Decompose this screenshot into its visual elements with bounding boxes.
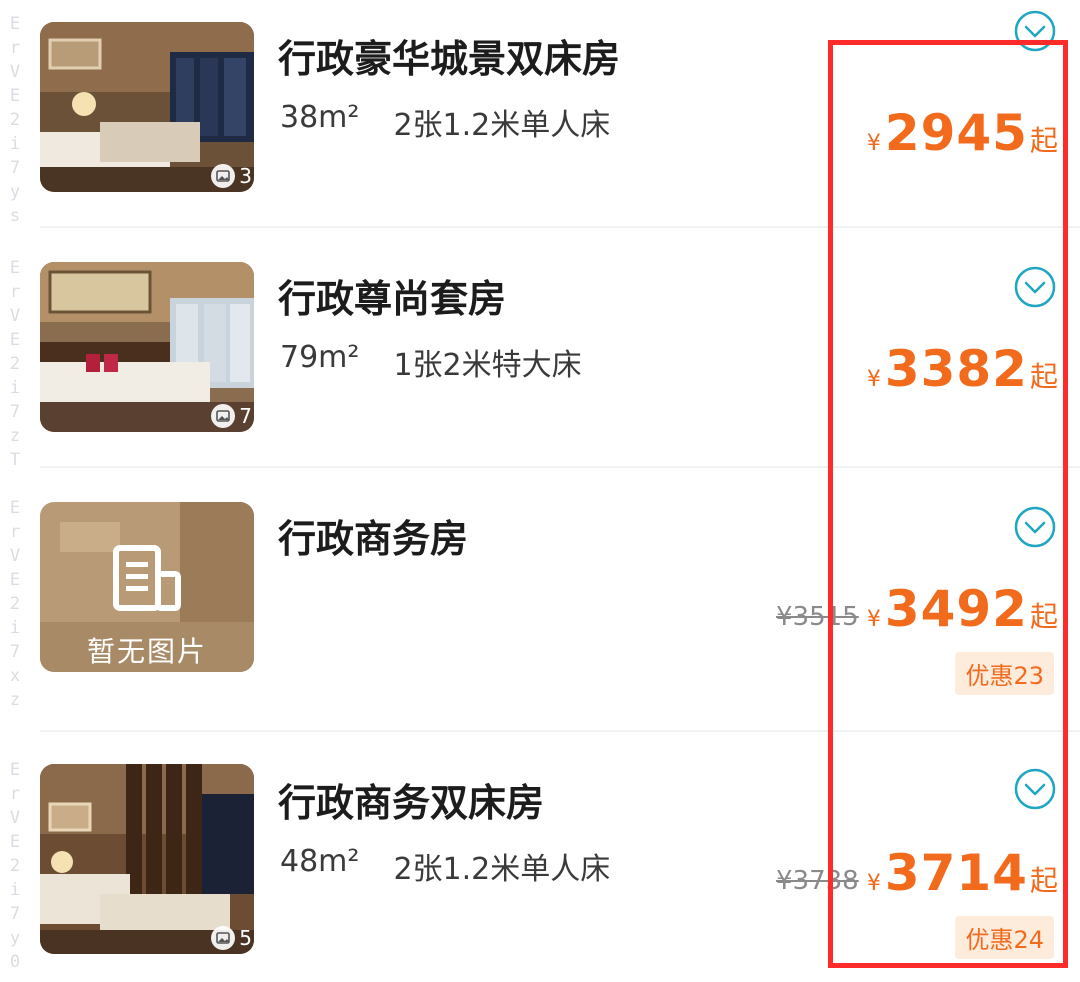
price-suffix: 起 <box>1029 124 1058 157</box>
divider <box>40 466 1080 468</box>
discount-badge: 优惠24 <box>955 916 1054 959</box>
divider <box>40 730 1080 732</box>
room-price: ¥ 2945 起 <box>867 104 1058 162</box>
room-item[interactable]: 3 行政豪华城景双床房 38m² 2张1.2米单人床 ¥ 2945 起 <box>40 0 1080 240</box>
photo-icon <box>211 164 236 188</box>
room-info: 48m² 2张1.2米单人床 <box>280 844 610 888</box>
original-price: ¥3515 <box>776 602 859 632</box>
watermark-text: ErVE2i7zT <box>9 258 21 470</box>
photo-count-badge: 5 <box>211 926 252 950</box>
room-photo[interactable]: 5 <box>40 764 254 954</box>
price-amount: 3714 <box>884 844 1028 902</box>
room-info: 79m² 1张2米特大床 <box>280 340 582 384</box>
room-title: 行政尊尚套房 <box>278 277 507 321</box>
room-item[interactable]: 暂无图片 行政商务房 ¥3515 ¥ 3492 起 优惠23 <box>40 480 1080 720</box>
original-price: ¥3738 <box>776 866 859 896</box>
currency-symbol: ¥ <box>866 367 881 392</box>
photo-count-badge: 7 <box>211 404 252 428</box>
currency-symbol: ¥ <box>866 607 881 632</box>
room-photo-placeholder[interactable]: 暂无图片 <box>40 502 254 672</box>
photo-count: 5 <box>239 926 252 950</box>
price-amount: 3492 <box>884 580 1028 638</box>
document-icon <box>113 545 181 611</box>
price-suffix: 起 <box>1029 360 1058 393</box>
room-title: 行政商务房 <box>278 517 469 561</box>
room-title: 行政商务双床房 <box>278 781 545 825</box>
room-item[interactable]: 5 行政商务双床房 48m² 2张1.2米单人床 ¥3738 ¥ 3714 起 … <box>40 742 1080 982</box>
room-info: 38m² 2张1.2米单人床 <box>280 100 610 144</box>
price-amount: 3382 <box>884 340 1028 398</box>
price-suffix: 起 <box>1029 864 1058 897</box>
room-title: 行政豪华城景双床房 <box>278 37 621 81</box>
photo-icon <box>211 926 236 950</box>
price-amount: 2945 <box>884 104 1028 162</box>
photo-count: 7 <box>239 404 252 428</box>
photo-count: 3 <box>239 164 252 188</box>
currency-symbol: ¥ <box>866 131 881 156</box>
room-bed: 2张1.2米单人床 <box>393 108 611 143</box>
room-area: 79m² <box>280 340 360 375</box>
discount-badge: 优惠23 <box>955 652 1054 695</box>
room-photo[interactable]: 7 <box>40 262 254 432</box>
room-area: 48m² <box>280 844 360 879</box>
room-price: ¥ 3492 起 <box>867 580 1058 638</box>
price-suffix: 起 <box>1029 600 1058 633</box>
room-bed: 2张1.2米单人床 <box>393 852 611 887</box>
chevron-down-circle-icon[interactable] <box>1014 506 1056 548</box>
room-area: 38m² <box>280 100 360 135</box>
room-list-screen: ErVE2i7ys ErVE2i7zT ErVE2i7xz ErVE2i7y0 <box>0 0 1080 978</box>
watermark-text: ErVE2i7ys <box>9 14 21 226</box>
room-bed: 1张2米特大床 <box>393 348 582 383</box>
divider <box>40 226 1080 228</box>
chevron-down-circle-icon[interactable] <box>1014 10 1056 52</box>
room-photo[interactable]: 3 <box>40 22 254 192</box>
room-item[interactable]: 7 行政尊尚套房 79m² 1张2米特大床 ¥ 3382 起 <box>40 240 1080 480</box>
chevron-down-circle-icon[interactable] <box>1014 768 1056 810</box>
photo-count-badge: 3 <box>211 164 252 188</box>
currency-symbol: ¥ <box>866 871 881 896</box>
chevron-down-circle-icon[interactable] <box>1014 266 1056 308</box>
watermark-text: ErVE2i7xz <box>9 498 21 710</box>
photo-icon <box>211 404 236 428</box>
room-price: ¥ 3714 起 <box>867 844 1058 902</box>
no-image-label: 暂无图片 <box>86 635 207 668</box>
room-price: ¥ 3382 起 <box>867 340 1058 398</box>
watermark-text: ErVE2i7y0 <box>9 760 21 972</box>
